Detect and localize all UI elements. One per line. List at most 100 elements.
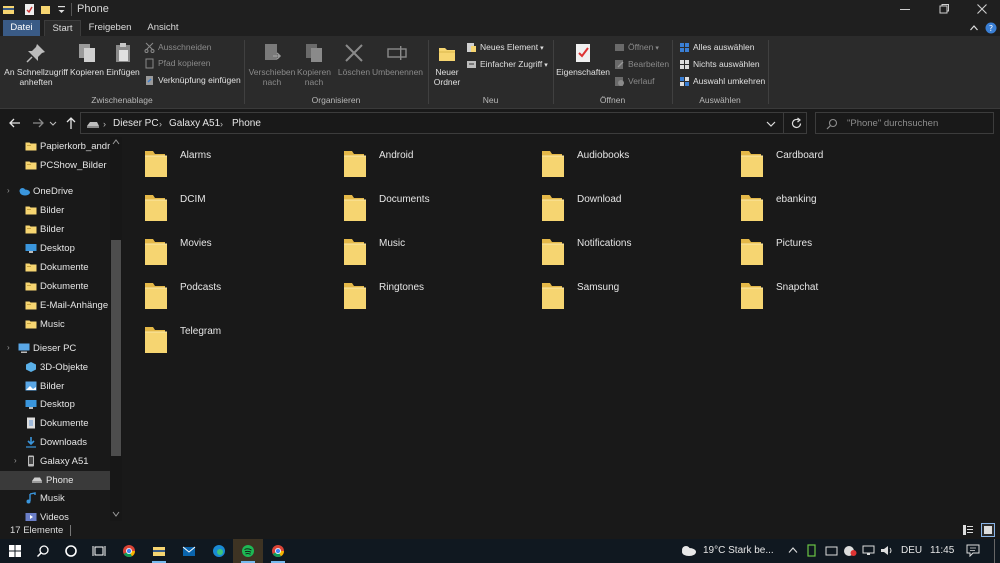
folder-item-snapchat[interactable]: Snapchat <box>740 278 930 316</box>
large-icons-view-icon[interactable] <box>981 523 995 537</box>
delete-button[interactable]: Löschen <box>336 42 372 77</box>
sidebar-item-desktop[interactable]: Desktop <box>0 239 110 258</box>
folder-item-music[interactable]: Music <box>343 234 533 272</box>
sidebar-item-dokumente[interactable]: Dokumente <box>0 277 110 296</box>
clock[interactable]: 11:45 <box>930 545 954 556</box>
language-indicator[interactable]: DEU <box>901 545 922 556</box>
new-folder-quick-icon[interactable] <box>40 3 51 16</box>
start-button[interactable] <box>0 539 30 563</box>
restore-icon[interactable] <box>937 2 951 16</box>
taskbar-spotify[interactable] <box>233 539 263 563</box>
security-icon[interactable] <box>843 544 857 557</box>
back-icon[interactable] <box>7 115 23 131</box>
paste-button[interactable]: Einfügen <box>106 42 140 77</box>
folder-item-samsung[interactable]: Samsung <box>541 278 731 316</box>
sidebar-item-e-mail-anh-nge[interactable]: E-Mail-Anhänge <box>0 296 110 315</box>
forward-icon[interactable] <box>30 115 46 131</box>
copy-button[interactable]: Kopieren <box>70 42 104 77</box>
sidebar-item-downloads[interactable]: Downloads <box>0 433 110 452</box>
address-dropdown-icon[interactable] <box>765 118 777 130</box>
network-icon[interactable] <box>862 544 875 557</box>
notifications-icon[interactable] <box>966 544 980 557</box>
folder-item-download[interactable]: Download <box>541 190 731 228</box>
expand-chevron-icon[interactable]: › <box>7 186 10 195</box>
customize-quick-access-icon[interactable] <box>57 3 66 16</box>
scroll-up-icon[interactable] <box>112 139 120 145</box>
invert-selection-button[interactable]: Auswahl umkehren <box>679 75 765 89</box>
breadcrumb-galaxy-a51[interactable]: Galaxy A51 <box>169 118 220 129</box>
sidebar-item-onedrive[interactable]: OneDrive <box>0 182 110 201</box>
expand-chevron-icon[interactable]: › <box>14 456 17 465</box>
close-icon[interactable] <box>975 2 989 16</box>
properties-button[interactable]: Eigenschaften <box>556 42 610 77</box>
volume-icon[interactable] <box>880 544 894 557</box>
expand-chevron-icon[interactable]: › <box>7 343 10 352</box>
edit-button[interactable]: Bearbeiten <box>614 58 669 72</box>
sidebar-item-dokumente[interactable]: Dokumente <box>0 414 110 433</box>
task-view-button[interactable] <box>84 539 114 563</box>
properties-quick-icon[interactable] <box>24 3 35 16</box>
move-to-button[interactable]: Verschieben nach <box>248 42 296 87</box>
minimize-icon[interactable] <box>898 2 912 16</box>
address-bar[interactable]: › Dieser PC › Galaxy A51 › Phone <box>80 112 807 134</box>
help-icon[interactable]: ? <box>985 22 997 34</box>
collapse-ribbon-icon[interactable] <box>969 23 979 33</box>
sidebar-item-music[interactable]: Music <box>0 315 110 334</box>
sidebar-item-bilder[interactable]: Bilder <box>0 220 110 239</box>
open-button[interactable]: Öffnen ▾ <box>614 41 659 55</box>
up-icon[interactable] <box>63 115 79 131</box>
pin-quick-access-button[interactable]: An Schnellzugriff anheften <box>3 42 69 87</box>
sidebar-item-dieser-pc[interactable]: Dieser PC <box>0 339 110 358</box>
weather-cloud-icon[interactable] <box>679 544 697 557</box>
tab-start[interactable]: Start <box>44 20 81 36</box>
new-item-button[interactable]: Neues Element ▾ <box>466 41 544 55</box>
folder-item-documents[interactable]: Documents <box>343 190 533 228</box>
folder-item-telegram[interactable]: Telegram <box>144 322 334 360</box>
sidebar-item-bilder[interactable]: Bilder <box>0 377 110 396</box>
cortana-button[interactable] <box>56 539 86 563</box>
rename-button[interactable]: Umbenennen <box>372 42 423 77</box>
sidebar-item-3d-objekte[interactable]: 3D-Objekte <box>0 358 110 377</box>
phone-link-icon[interactable] <box>805 544 818 557</box>
sidebar-item-videos[interactable]: Videos <box>0 508 110 521</box>
sidebar-item-papierkorb-andre[interactable]: Papierkorb_andre <box>0 137 116 156</box>
breadcrumb-phone[interactable]: Phone <box>232 118 261 129</box>
folder-item-android[interactable]: Android <box>343 146 533 184</box>
copy-path-button[interactable]: Pfad kopieren <box>144 57 210 71</box>
show-hidden-icons-icon[interactable] <box>788 546 798 554</box>
scroll-down-icon[interactable] <box>112 511 120 517</box>
folder-item-alarms[interactable]: Alarms <box>144 146 334 184</box>
folder-item-movies[interactable]: Movies <box>144 234 334 272</box>
folder-item-notifications[interactable]: Notifications <box>541 234 731 272</box>
paste-shortcut-button[interactable]: Verknüpfung einfügen <box>144 74 241 88</box>
search-input[interactable]: "Phone" durchsuchen <box>815 112 994 134</box>
taskbar-edge[interactable] <box>204 539 234 563</box>
select-none-button[interactable]: Nichts auswählen <box>679 58 760 72</box>
breadcrumb-this-pc[interactable]: Dieser PC <box>113 118 159 129</box>
select-all-button[interactable]: Alles auswählen <box>679 41 754 55</box>
sidebar-item-musik[interactable]: Musik <box>0 489 110 508</box>
cloud-sync-icon[interactable] <box>825 544 838 557</box>
taskbar-file-explorer[interactable] <box>144 539 174 563</box>
folder-item-ringtones[interactable]: Ringtones <box>343 278 533 316</box>
copy-to-button[interactable]: Kopieren nach <box>296 42 332 87</box>
history-button[interactable]: Verlauf <box>614 75 654 89</box>
sidebar-item-dokumente[interactable]: Dokumente <box>0 258 110 277</box>
folder-item-podcasts[interactable]: Podcasts <box>144 278 334 316</box>
cut-button[interactable]: Ausschneiden <box>144 41 211 55</box>
folder-item-audiobooks[interactable]: Audiobooks <box>541 146 731 184</box>
taskbar-search-button[interactable] <box>28 539 58 563</box>
tab-file[interactable]: Datei <box>3 20 40 36</box>
sidebar-item-pcshow-bilder[interactable]: PCShow_Bilder <box>0 156 110 175</box>
taskbar-chrome-2[interactable] <box>263 539 293 563</box>
show-desktop-button[interactable] <box>994 539 995 563</box>
sidebar-item-desktop[interactable]: Desktop <box>0 395 110 414</box>
tab-view[interactable]: Ansicht <box>140 20 186 36</box>
folder-item-dcim[interactable]: DCIM <box>144 190 334 228</box>
sidebar-item-phone[interactable]: Phone <box>0 471 110 490</box>
folder-item-cardboard[interactable]: Cardboard <box>740 146 930 184</box>
sidebar-scroll-thumb[interactable] <box>111 240 121 456</box>
taskbar-chrome[interactable] <box>114 539 144 563</box>
tab-share[interactable]: Freigeben <box>86 20 134 36</box>
details-view-icon[interactable] <box>962 524 974 536</box>
